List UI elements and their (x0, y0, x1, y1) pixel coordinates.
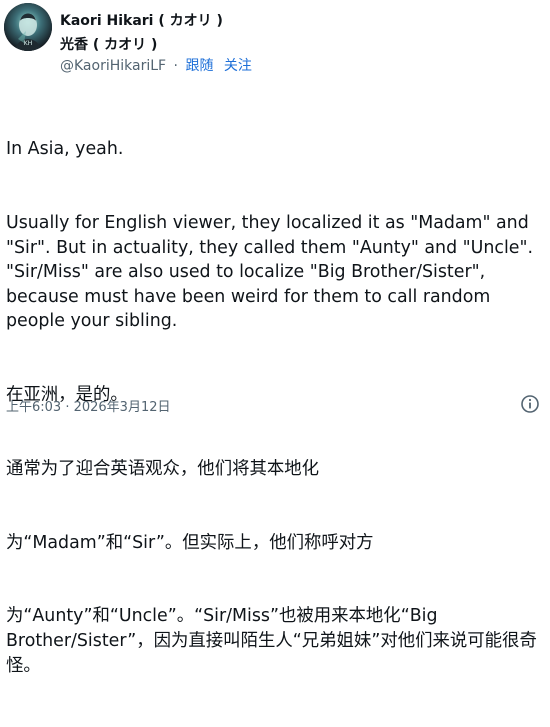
post-timestamp[interactable]: 上午6:03 · 2026年3月12日 (6, 396, 171, 415)
avatar[interactable]: KH (4, 3, 52, 51)
follow-link-secondary[interactable]: 关注 (224, 58, 252, 74)
separator-dot: · (173, 58, 178, 74)
info-icon[interactable] (520, 394, 540, 414)
secondary-name[interactable]: 光香 ( カオリ ) (60, 34, 157, 54)
post-line: 为“Aunty”和“Uncle”。“Sir/Miss”也被用来本地化“Big B… (6, 606, 537, 676)
post-card: KH Kaori Hikari ( カオリ ) 光香 ( カオリ ) @Kaor… (0, 0, 550, 676)
post-line: 通常为了迎合英语观众，他们将其本地化 (6, 458, 320, 479)
svg-text:KH: KH (24, 40, 32, 47)
user-handle[interactable]: @KaoriHikariLF (60, 58, 166, 74)
info-icon-graphic (521, 395, 539, 413)
handle-row: @KaoriHikariLF · 跟随 关注 (60, 55, 252, 75)
post-header: KH Kaori Hikari ( カオリ ) 光香 ( カオリ ) @Kaor… (0, 0, 550, 80)
post-line: Usually for English viewer, they localiz… (6, 212, 539, 332)
display-name[interactable]: Kaori Hikari ( カオリ ) (60, 10, 223, 30)
post-line: In Asia, yeah. (6, 139, 124, 160)
avatar-image: KH (4, 3, 52, 51)
follow-link[interactable]: 跟随 (185, 58, 213, 74)
post-line: 为“Madam”和“Sir”。但实际上，他们称呼对方 (6, 532, 374, 553)
